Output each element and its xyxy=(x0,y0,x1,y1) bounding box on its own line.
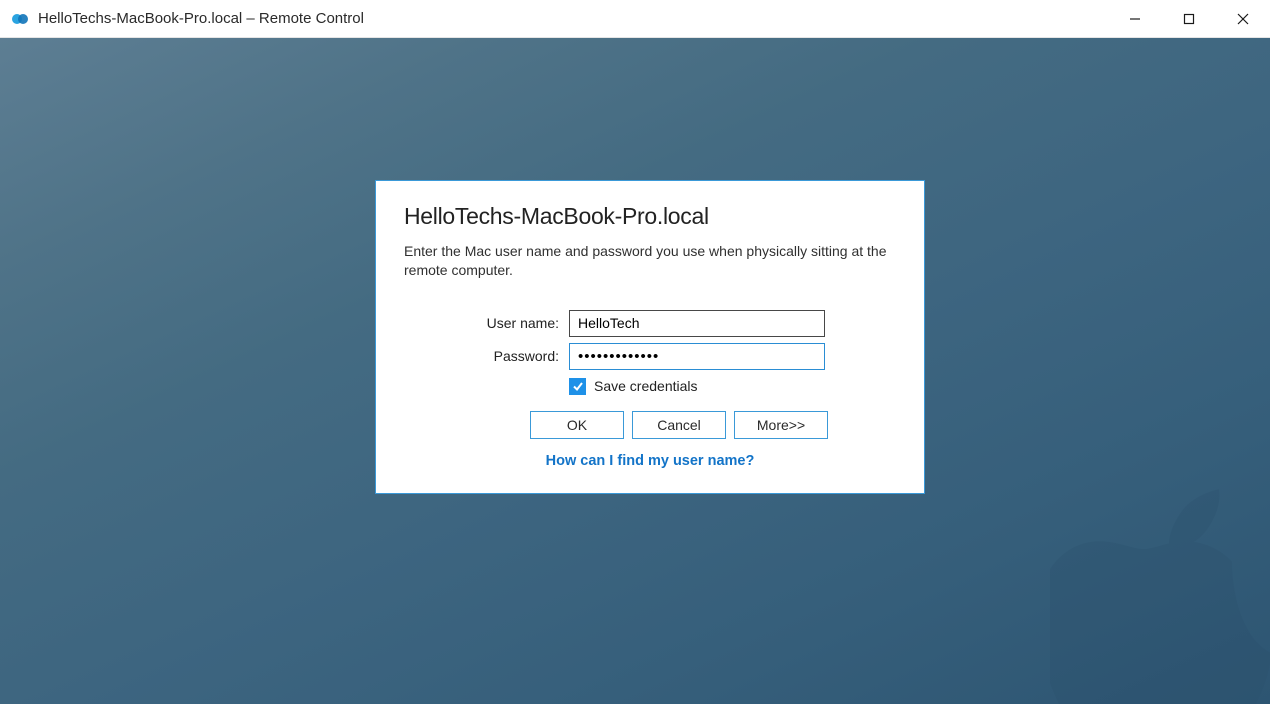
dialog-title: HelloTechs-MacBook-Pro.local xyxy=(404,203,896,230)
password-label: Password: xyxy=(404,348,569,364)
minimize-button[interactable] xyxy=(1108,0,1162,38)
password-input[interactable] xyxy=(569,343,825,370)
username-row: User name: xyxy=(404,310,896,337)
maximize-button[interactable] xyxy=(1162,0,1216,38)
auth-dialog: HelloTechs-MacBook-Pro.local Enter the M… xyxy=(375,180,925,494)
window-controls xyxy=(1108,0,1270,38)
dialog-button-row: OK Cancel More>> xyxy=(530,411,896,439)
window-title: HelloTechs-MacBook-Pro.local – Remote Co… xyxy=(38,10,364,27)
cancel-button[interactable]: Cancel xyxy=(632,411,726,439)
more-button[interactable]: More>> xyxy=(734,411,828,439)
ok-button[interactable]: OK xyxy=(530,411,624,439)
save-credentials-label: Save credentials xyxy=(594,378,698,394)
remote-desktop-background: HelloTechs-MacBook-Pro.local Enter the M… xyxy=(0,38,1270,704)
app-icon xyxy=(10,9,30,29)
window-titlebar: HelloTechs-MacBook-Pro.local – Remote Co… xyxy=(0,0,1270,38)
help-link[interactable]: How can I find my user name? xyxy=(404,453,896,469)
password-row: Password: xyxy=(404,343,896,370)
dialog-description: Enter the Mac user name and password you… xyxy=(404,242,896,280)
close-button[interactable] xyxy=(1216,0,1270,38)
apple-logo-watermark xyxy=(1050,484,1270,704)
username-input[interactable] xyxy=(569,310,825,337)
save-credentials-row: Save credentials xyxy=(569,378,896,395)
check-icon xyxy=(572,380,584,392)
save-credentials-checkbox[interactable] xyxy=(569,378,586,395)
username-label: User name: xyxy=(404,315,569,331)
